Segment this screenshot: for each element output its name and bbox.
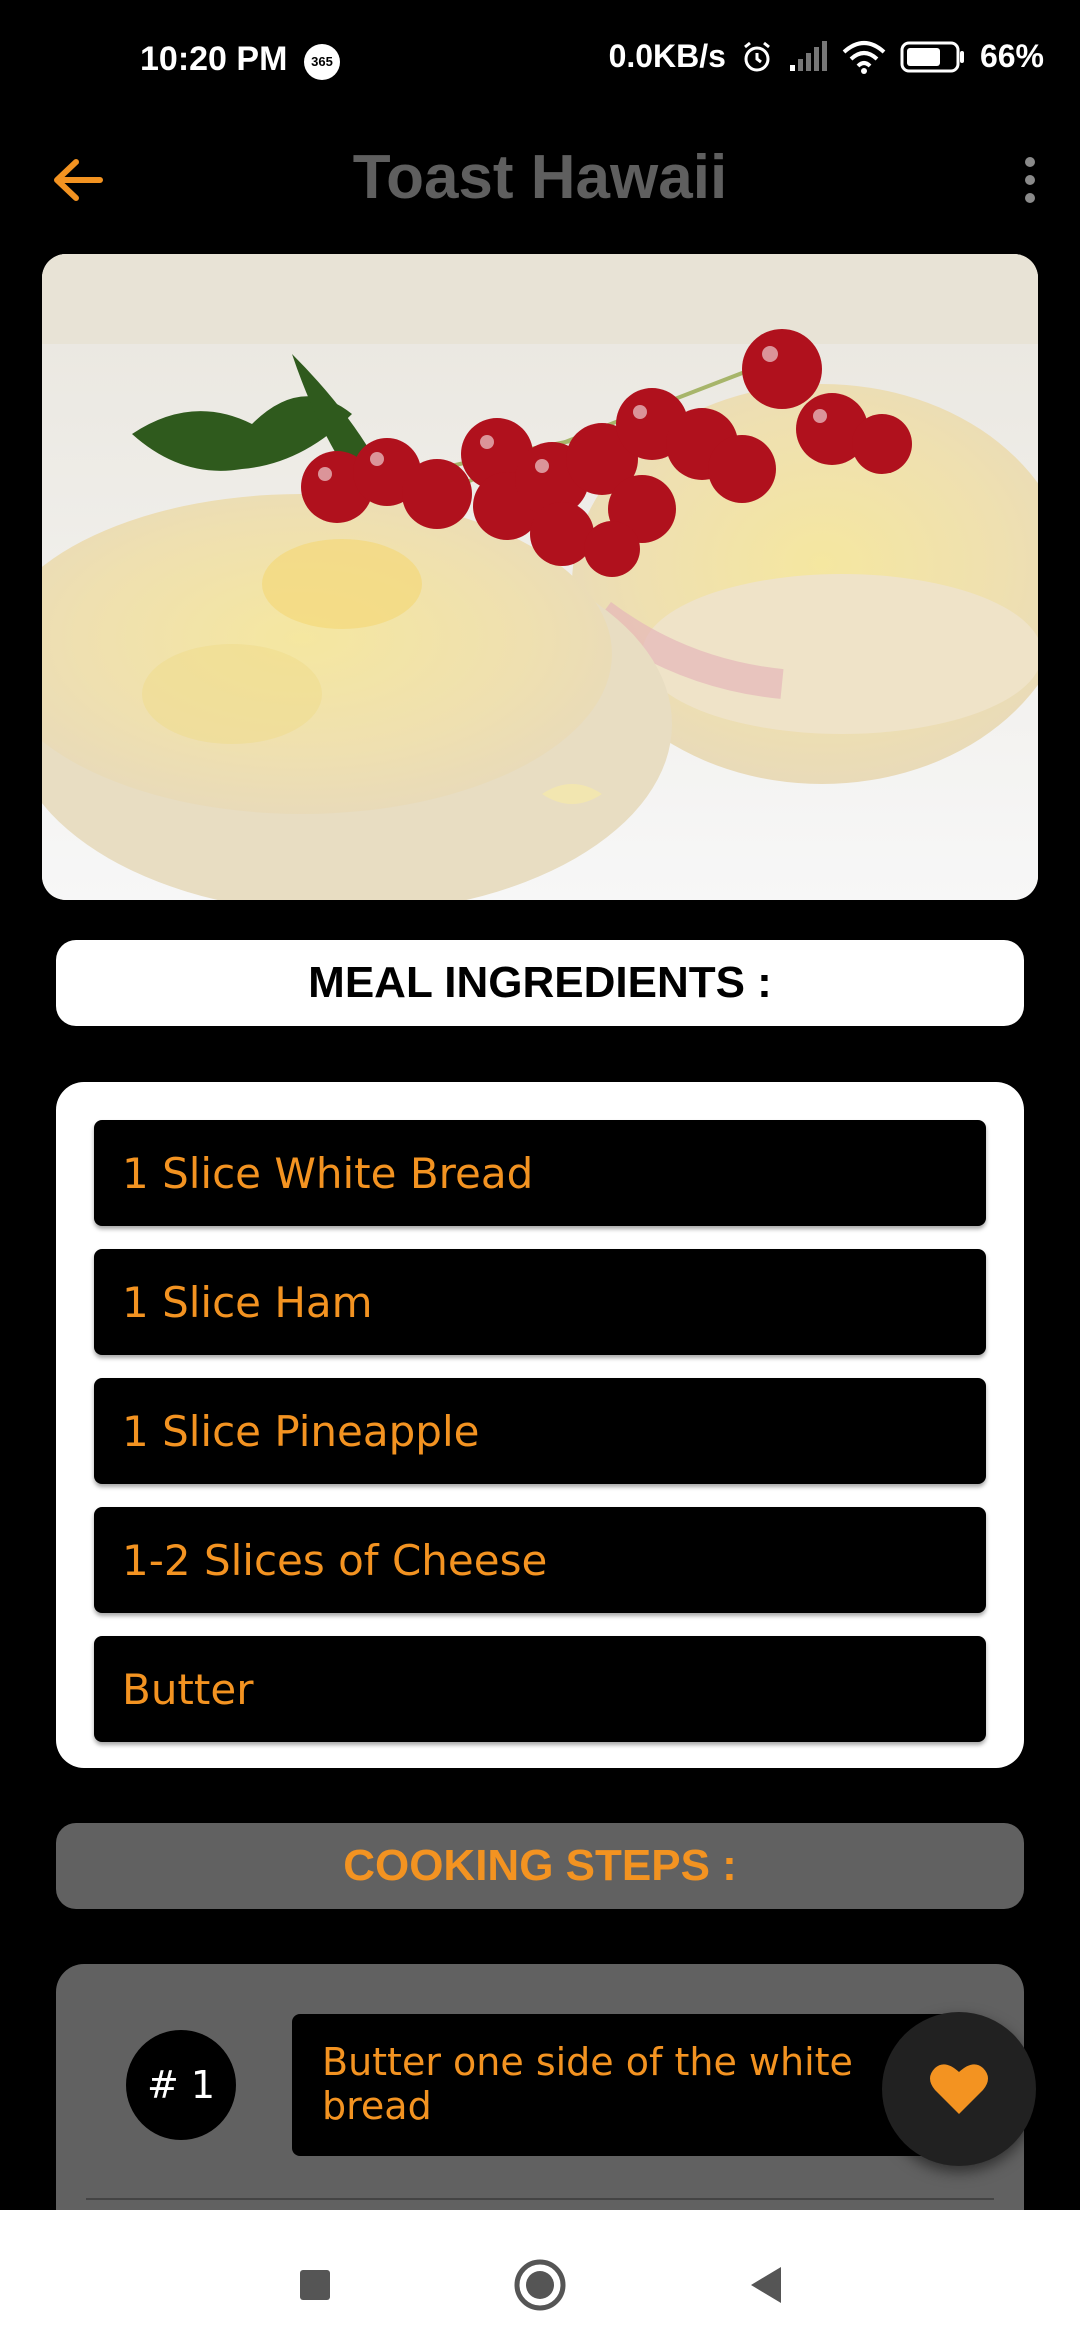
- more-options-button[interactable]: [998, 144, 1062, 216]
- app-bar: Toast Hawaii: [0, 120, 1080, 240]
- ingredients-header: MEAL INGREDIENTS :: [56, 940, 1024, 1026]
- battery-level: 66%: [979, 38, 1044, 74]
- nav-recents-icon: [300, 2270, 330, 2300]
- alarm-icon: [740, 40, 774, 74]
- ingredient-item: 1 Slice Pineapple: [94, 1378, 986, 1484]
- ingredient-item: 1 Slice Ham: [94, 1249, 986, 1355]
- ingredients-card: 1 Slice White Bread 1 Slice Ham 1 Slice …: [56, 1082, 1024, 1768]
- status-right: 0.0KB/s 66%: [609, 38, 1044, 75]
- nav-recents-button[interactable]: [280, 2250, 350, 2320]
- ingredient-item: 1-2 Slices of Cheese: [94, 1507, 986, 1613]
- step-text: Butter one side of the white bread: [292, 2014, 982, 2156]
- nav-home-button[interactable]: [505, 2250, 575, 2320]
- wifi-icon: [842, 40, 886, 74]
- battery-icon: [900, 40, 966, 74]
- ingredient-item: 1 Slice White Bread: [94, 1120, 986, 1226]
- system-nav-bar: [0, 2210, 1080, 2340]
- net-speed: 0.0KB/s: [608, 38, 726, 74]
- step-divider: [86, 2198, 994, 2200]
- app-badge-365: 365: [304, 44, 340, 80]
- favorite-button[interactable]: [882, 2012, 1036, 2166]
- status-bar: 10:20 PM 365 0.0KB/s 66%: [0, 0, 1080, 120]
- page-title: Toast Hawaii: [352, 143, 728, 212]
- nav-home-icon: [514, 2259, 566, 2311]
- heart-icon: [930, 2064, 988, 2114]
- ingredient-item: Butter: [94, 1636, 986, 1742]
- signal-icon: [788, 40, 828, 73]
- nav-back-button[interactable]: [730, 2250, 800, 2320]
- step-number: # 1: [126, 2030, 236, 2140]
- status-time: 10:20 PM: [140, 40, 288, 78]
- cooking-steps-header: COOKING STEPS :: [56, 1823, 1024, 1909]
- recipe-photo: [42, 254, 1038, 900]
- more-vert-icon: [1025, 157, 1035, 167]
- nav-back-icon: [751, 2267, 781, 2303]
- ingredients-list: 1 Slice White Bread 1 Slice Ham 1 Slice …: [94, 1120, 986, 1742]
